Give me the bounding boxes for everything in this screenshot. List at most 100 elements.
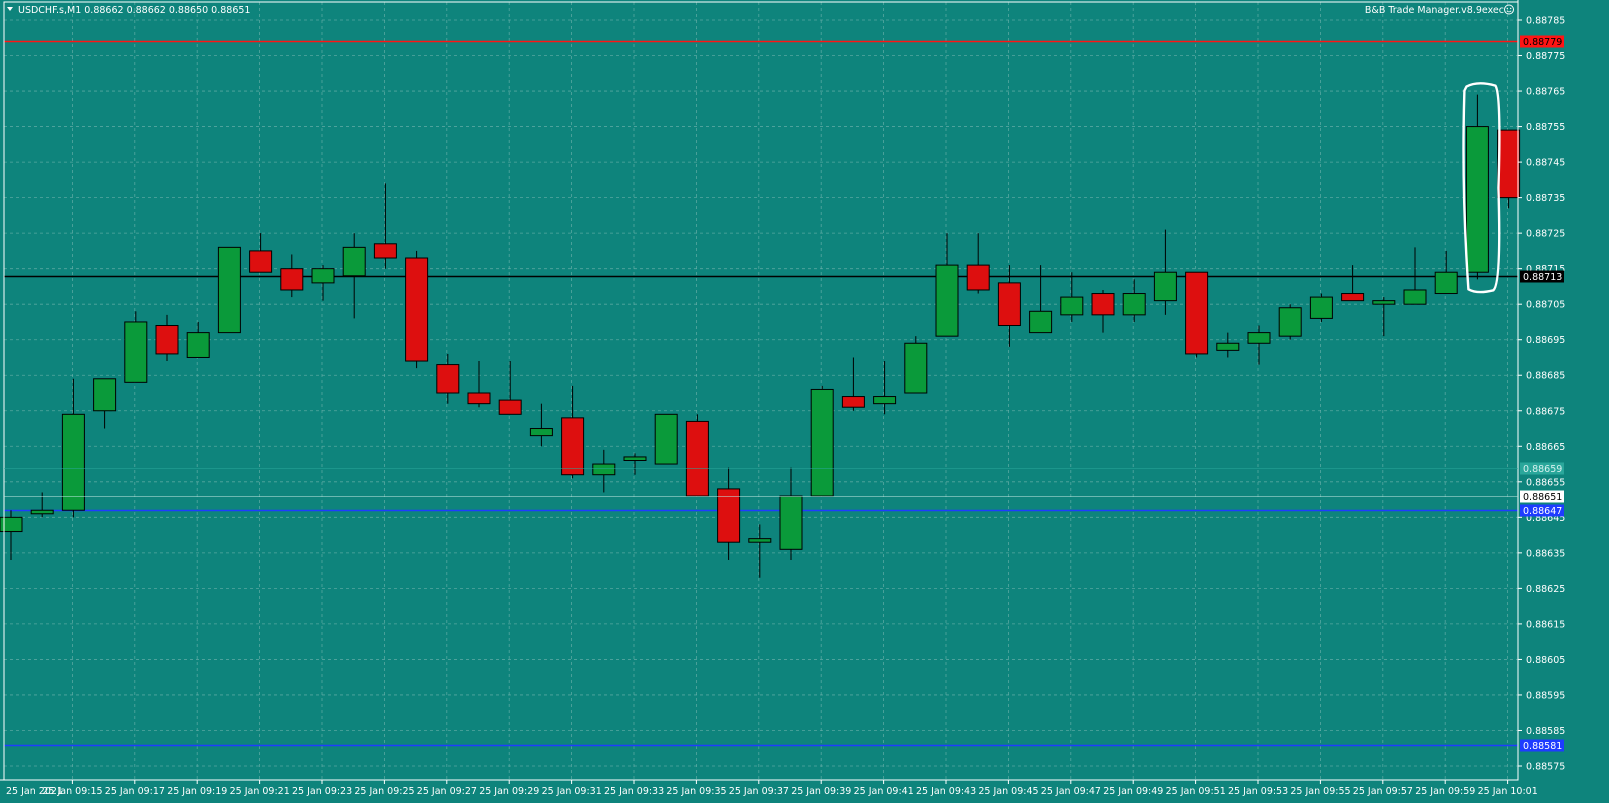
candle-body — [498, 399, 522, 415]
first-date-label: 25 Jan 2021 — [6, 786, 63, 797]
y-tick-label: 0.88735 — [1526, 193, 1565, 204]
price-level-label: 0.88779 — [1523, 37, 1562, 48]
y-tick-label: 0.88595 — [1526, 690, 1565, 701]
candlestick-chart[interactable]: 0.88785 0.88775 0.88765 0.88755 0.88745 0.887… — [0, 0, 1609, 799]
candle-body — [654, 413, 678, 465]
x-tick-label: 25 Jan 09:49 — [1103, 786, 1163, 797]
candle — [685, 414, 709, 497]
x-tick-label: 25 Jan 09:17 — [105, 786, 165, 797]
x-tick-label: 25 Jan 09:31 — [542, 786, 602, 797]
y-tick-label: 0.88775 — [1526, 51, 1565, 62]
candle — [810, 385, 834, 497]
candle-body — [61, 413, 85, 511]
candle-body — [30, 509, 54, 515]
x-tick-label: 25 Jan 09:19 — [167, 786, 227, 797]
candle-body — [904, 342, 928, 394]
candle-body — [1341, 293, 1365, 302]
candle-body — [1153, 271, 1177, 302]
candle-body — [1497, 129, 1521, 199]
ea-label: B&B Trade Manager.v8.9exec — [1365, 5, 1504, 16]
candle-body — [1403, 289, 1427, 305]
y-tick-label: 0.88655 — [1526, 477, 1565, 488]
candle-body — [217, 246, 241, 334]
price-level-label: 0.88647 — [1523, 506, 1562, 517]
candle-body — [405, 257, 429, 362]
y-tick-label: 0.88685 — [1526, 371, 1565, 382]
chart-background — [0, 0, 1609, 799]
candle-body — [311, 268, 335, 284]
price-marker-label: 0.88659 — [1523, 464, 1562, 475]
y-tick-label: 0.88705 — [1526, 300, 1565, 311]
candle-body — [93, 378, 117, 412]
candle-body — [810, 388, 834, 497]
candle-body — [155, 325, 179, 355]
candle-body — [1372, 300, 1396, 305]
y-tick-label: 0.88615 — [1526, 619, 1565, 630]
candle — [124, 311, 148, 383]
candle-body — [1060, 296, 1084, 316]
candle — [904, 336, 928, 394]
candle-body — [1091, 293, 1115, 316]
candle-body — [1247, 332, 1271, 344]
y-tick-label: 0.88675 — [1526, 406, 1565, 417]
candle-body — [0, 516, 23, 533]
x-tick-label: 25 Jan 09:39 — [791, 786, 851, 797]
x-tick-label: 25 Jan 09:55 — [1290, 786, 1350, 797]
x-tick-label: 25 Jan 09:37 — [729, 786, 789, 797]
price-level-label: 0.88581 — [1523, 741, 1562, 752]
candle-body — [561, 417, 585, 476]
price-level-label: 0.88713 — [1523, 272, 1562, 283]
x-tick-label: 25 Jan 09:51 — [1166, 786, 1226, 797]
y-tick-label: 0.88765 — [1526, 87, 1565, 98]
x-tick-label: 25 Jan 09:59 — [1415, 786, 1475, 797]
y-tick-label: 0.88755 — [1526, 122, 1565, 133]
symbol-header: USDCHF.s,M1 0.88662 0.88662 0.88650 0.88… — [18, 5, 250, 16]
candle-body — [1465, 126, 1489, 273]
x-tick-label: 25 Jan 10:01 — [1478, 786, 1538, 797]
price-marker-label: 0.88651 — [1523, 492, 1562, 503]
x-tick-label: 25 Jan 09:43 — [916, 786, 976, 797]
candle-body — [685, 420, 709, 497]
candle-body — [342, 246, 366, 277]
y-tick-label: 0.88725 — [1526, 229, 1565, 240]
candle-body — [249, 250, 273, 273]
candle-body — [623, 456, 647, 461]
candle-body — [717, 488, 741, 543]
candle — [654, 413, 678, 465]
x-tick-label: 25 Jan 09:23 — [292, 786, 352, 797]
candle-body — [935, 264, 959, 337]
x-tick-label: 25 Jan 09:45 — [978, 786, 1038, 797]
candle — [1185, 271, 1209, 358]
candle-body — [1216, 342, 1240, 351]
y-tick-label: 0.88635 — [1526, 548, 1565, 559]
candle-body — [1434, 271, 1458, 295]
candle-body — [966, 264, 990, 291]
y-tick-label: 0.88625 — [1526, 584, 1565, 595]
x-tick-label: 25 Jan 09:25 — [354, 786, 414, 797]
y-tick-label: 0.88695 — [1526, 335, 1565, 346]
candle-body — [873, 396, 897, 405]
candle-body — [779, 495, 803, 550]
x-tick-label: 25 Jan 09:41 — [854, 786, 914, 797]
candle — [1278, 304, 1302, 340]
candle-body — [529, 428, 553, 437]
y-tick-label: 0.88665 — [1526, 442, 1565, 453]
candle-body — [467, 392, 491, 405]
x-tick-label: 25 Jan 09:35 — [666, 786, 726, 797]
x-tick-label: 25 Jan 09:27 — [417, 786, 477, 797]
y-tick-label: 0.88785 — [1526, 16, 1565, 27]
chart-window[interactable]: 0.88785 0.88775 0.88765 0.88755 0.88745 0.887… — [0, 0, 1609, 799]
y-tick-label: 0.88575 — [1526, 762, 1565, 773]
y-tick-label: 0.88585 — [1526, 726, 1565, 737]
x-tick-label: 25 Jan 09:21 — [230, 786, 290, 797]
candle — [405, 250, 429, 369]
candle-body — [997, 282, 1021, 327]
candle — [1309, 293, 1333, 322]
candle-body — [186, 332, 210, 358]
candle — [1497, 129, 1521, 209]
candle-body — [592, 463, 616, 476]
candle-body — [280, 268, 304, 291]
x-tick-label: 25 Jan 09:47 — [1041, 786, 1101, 797]
candle-body — [1278, 307, 1302, 337]
candle-body — [1185, 271, 1209, 355]
